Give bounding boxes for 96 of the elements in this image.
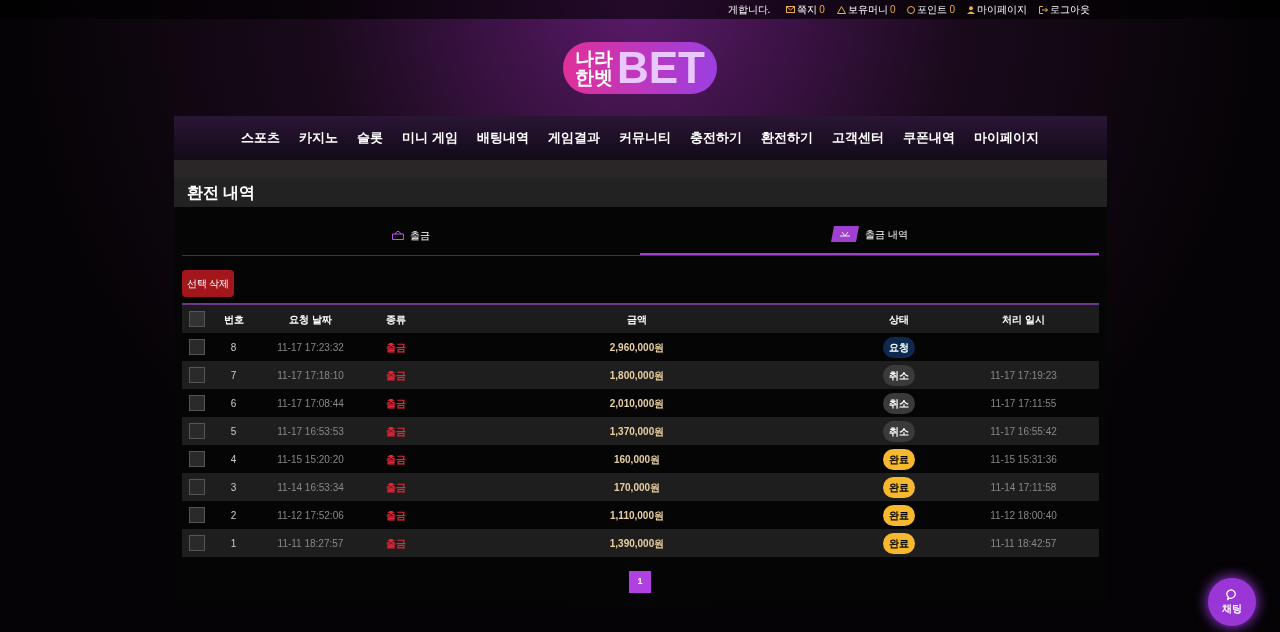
logo-mark: BET bbox=[617, 45, 705, 90]
table-cell: 2 bbox=[211, 501, 256, 529]
table-cell: 출금 bbox=[365, 473, 426, 501]
row-checkbox[interactable] bbox=[188, 479, 205, 496]
tray-icon bbox=[830, 226, 859, 242]
table-cell: 11-11 18:27:57 bbox=[255, 529, 366, 557]
row-checkbox[interactable] bbox=[188, 507, 205, 524]
table-cell: 11-17 16:55:42 bbox=[990, 425, 1057, 437]
table-cell: 4 bbox=[211, 445, 256, 473]
table-cell: 5 bbox=[211, 417, 256, 445]
table-cell: 11-17 16:53:53 bbox=[255, 417, 366, 445]
table-cell: 2,010,000원 bbox=[425, 389, 849, 417]
status-badge: 완료 bbox=[882, 476, 915, 498]
nav-link[interactable]: 슬롯 bbox=[357, 128, 384, 148]
table-cell: 11-17 17:11:55 bbox=[990, 397, 1057, 409]
top-bar-link[interactable]: 쪽지 0 bbox=[786, 2, 825, 17]
status-badge: 완료 bbox=[882, 532, 915, 554]
table-cell: 출금 bbox=[365, 529, 426, 557]
table-cell: 7 bbox=[211, 361, 256, 389]
table-cell: 6 bbox=[211, 389, 256, 417]
top-bar-link[interactable]: 보유머니 0 bbox=[836, 2, 896, 17]
top-bar-link[interactable]: 마이페이지 bbox=[967, 2, 1027, 17]
nav-link[interactable]: 배팅내역 bbox=[476, 128, 529, 148]
nav-link[interactable]: 쿠폰내역 bbox=[902, 128, 955, 148]
table-cell: 1,800,000원 bbox=[425, 361, 849, 389]
table-cell: 출금 bbox=[365, 417, 426, 445]
row-checkbox[interactable] bbox=[188, 395, 205, 412]
column-header: 번호 bbox=[211, 304, 256, 333]
nav-link[interactable]: 마이페이지 bbox=[973, 128, 1039, 148]
logo-text: 한벳 bbox=[575, 67, 613, 87]
row-checkbox[interactable] bbox=[188, 535, 205, 552]
table-cell: 11-12 18:00:40 bbox=[990, 509, 1057, 521]
table-cell: 11-17 17:19:23 bbox=[990, 369, 1057, 381]
column-header: 처리 일시 bbox=[948, 304, 1099, 333]
top-bar-link[interactable]: 포인트 0 bbox=[907, 2, 955, 17]
nav-link[interactable]: 커뮤니티 bbox=[618, 128, 671, 148]
select-all-checkbox[interactable] bbox=[188, 311, 205, 328]
nav-link[interactable]: 미니 게임 bbox=[402, 128, 458, 148]
delete-selected-button[interactable]: 선택 삭제 bbox=[181, 270, 235, 297]
column-header: 상태 bbox=[848, 304, 949, 333]
status-badge: 요청 bbox=[882, 336, 915, 358]
row-checkbox[interactable] bbox=[188, 367, 205, 384]
table-cell: 11-14 16:53:34 bbox=[255, 473, 366, 501]
table-cell: 출금 bbox=[365, 501, 426, 529]
user-icon bbox=[967, 5, 975, 14]
nav-link[interactable]: 충전하기 bbox=[689, 128, 742, 148]
row-checkbox[interactable] bbox=[188, 451, 205, 468]
status-badge: 완료 bbox=[882, 504, 915, 526]
status-badge: 취소 bbox=[882, 420, 915, 442]
table-cell: 1,110,000원 bbox=[425, 501, 849, 529]
nav-link[interactable]: 스포츠 bbox=[241, 128, 281, 148]
table-cell: 11-14 17:11:58 bbox=[990, 481, 1057, 493]
table-cell: 8 bbox=[211, 333, 256, 361]
top-bar-link[interactable]: 로그아웃 bbox=[1039, 2, 1090, 17]
table-cell: 170,000원 bbox=[425, 473, 849, 501]
warning-icon bbox=[836, 5, 846, 14]
mail-icon bbox=[786, 6, 796, 13]
tray-icon bbox=[391, 230, 404, 240]
table-cell: 11-15 15:20:20 bbox=[255, 445, 366, 473]
table-cell: 11-15 15:31:36 bbox=[990, 453, 1057, 465]
table-cell: 11-17 17:23:32 bbox=[255, 333, 366, 361]
row-checkbox[interactable] bbox=[188, 423, 205, 440]
table-cell: 1 bbox=[211, 529, 256, 557]
status-badge: 완료 bbox=[882, 448, 915, 470]
nav-link[interactable]: 카지노 bbox=[299, 128, 339, 148]
column-header: 종류 bbox=[365, 304, 426, 333]
table-cell: 출금 bbox=[365, 361, 426, 389]
coin-icon bbox=[907, 5, 916, 14]
table-cell: 11-17 17:08:44 bbox=[255, 389, 366, 417]
table-cell: 출금 bbox=[365, 445, 426, 473]
table-cell: 11-12 17:52:06 bbox=[255, 501, 366, 529]
nav-link[interactable]: 환전하기 bbox=[760, 128, 813, 148]
table-cell: 3 bbox=[211, 473, 256, 501]
table-cell: 160,000원 bbox=[425, 445, 849, 473]
logout-icon bbox=[1039, 5, 1048, 14]
page-button[interactable]: 1 bbox=[629, 571, 651, 593]
column-header: 요청 날짜 bbox=[255, 304, 366, 333]
chat-icon bbox=[1226, 588, 1238, 601]
tab[interactable]: 출금 bbox=[181, 215, 640, 255]
nav-link[interactable]: 고객센터 bbox=[831, 128, 884, 148]
table-cell: 11-17 17:18:10 bbox=[255, 361, 366, 389]
column-header: 금액 bbox=[425, 304, 849, 333]
table-cell: 11-11 18:42:57 bbox=[990, 537, 1057, 549]
nav-link[interactable]: 게임결과 bbox=[547, 128, 600, 148]
logo-text: 나라 bbox=[575, 48, 613, 68]
row-checkbox[interactable] bbox=[188, 339, 205, 356]
table-cell: 2,960,000원 bbox=[425, 333, 849, 361]
table-cell: 1,370,000원 bbox=[425, 417, 849, 445]
page-title: 환전 내역 bbox=[186, 182, 255, 203]
status-badge: 취소 bbox=[882, 364, 915, 386]
status-badge: 취소 bbox=[882, 392, 915, 414]
tab[interactable]: 출금 내역 bbox=[640, 215, 1099, 255]
table-cell: 출금 bbox=[365, 333, 426, 361]
table-cell: 출금 bbox=[365, 389, 426, 417]
table-cell: 1,390,000원 bbox=[425, 529, 849, 557]
greeting-text: 게합니다. bbox=[727, 3, 771, 17]
